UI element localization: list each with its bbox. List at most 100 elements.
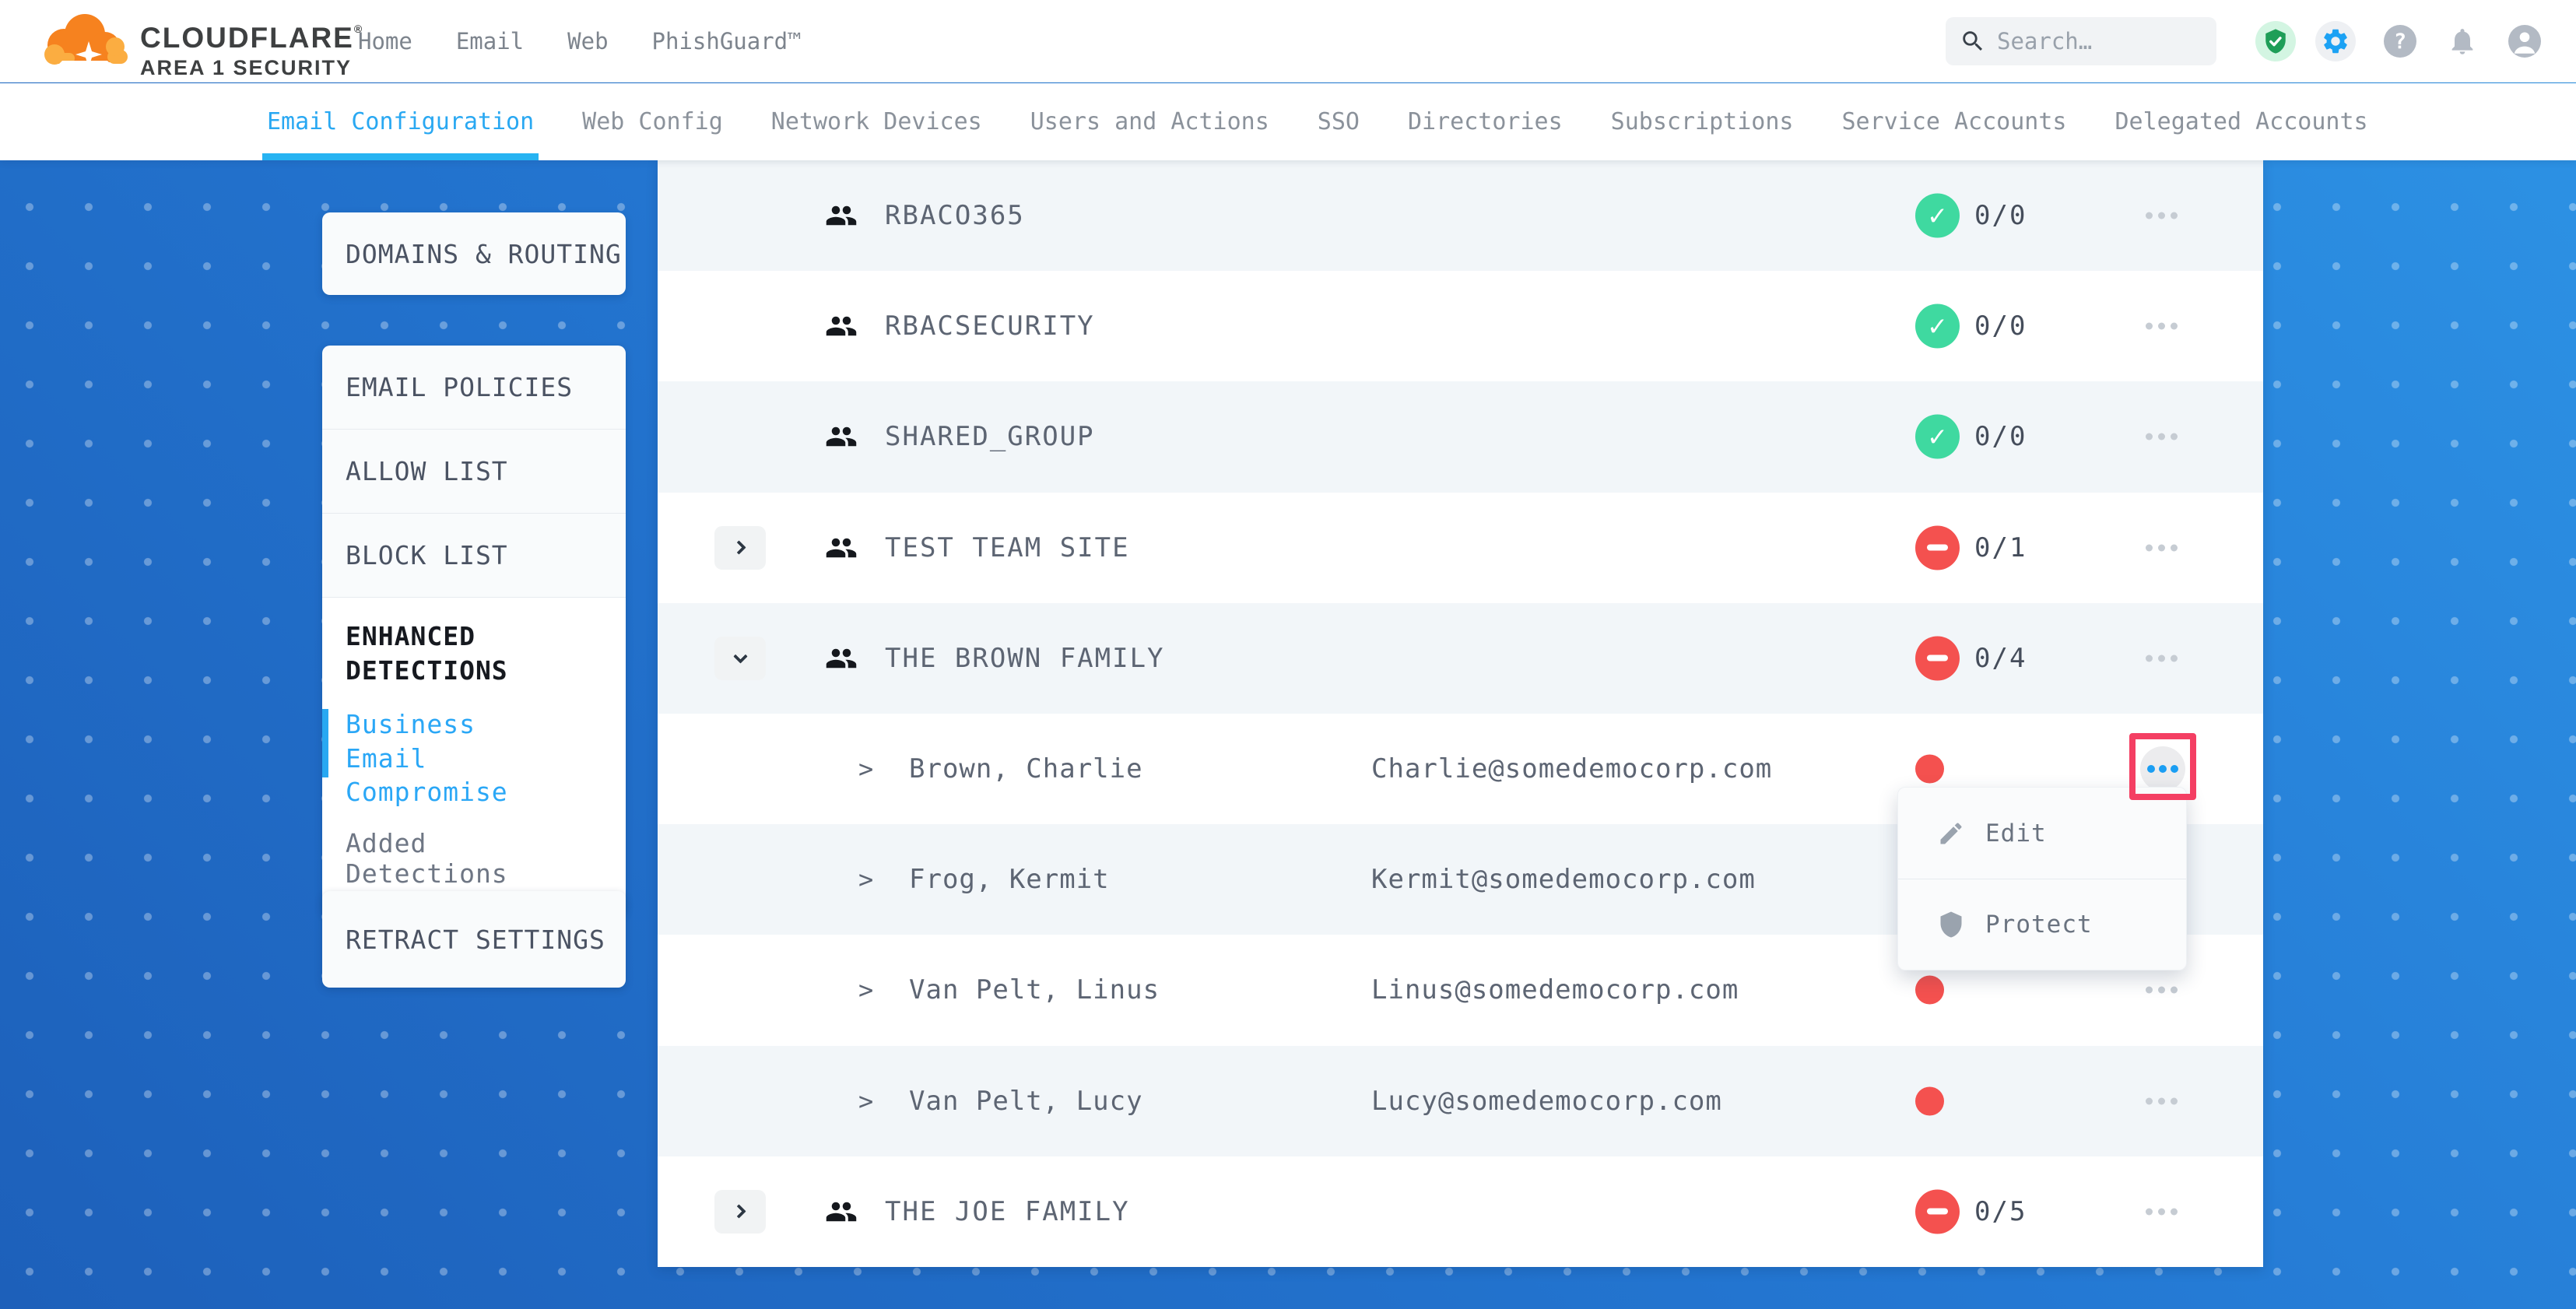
sidebar-card-domains-routing[interactable]: DOMAINS & ROUTING [322,212,626,295]
status-bad-dot [1915,1086,1944,1115]
tab-delegated-accounts[interactable]: Delegated Accounts [2114,83,2367,160]
chevron-down-icon [733,650,747,664]
tab-web-config[interactable]: Web Config [582,83,723,160]
groups-table-panel: RBACO365✓0/0RBACSECURITY✓0/0SHARED_GROUP… [658,160,2263,1267]
expand-button[interactable] [714,1190,766,1234]
pencil-icon [1937,819,1965,848]
table-row: THE JOE FAMILY0/5 [658,1156,2263,1267]
nav-item-phishguard[interactable]: PhishGuard™ [652,28,802,54]
row-actions-button[interactable] [2146,433,2178,440]
tab-network-devices[interactable]: Network Devices [771,83,982,160]
group-icon [825,1195,858,1228]
minus-icon [1927,1209,1948,1215]
shield-icon [1937,911,1965,939]
member-name: Van Pelt, Linus [909,974,1160,1005]
table-row: RBACSECURITY✓0/0 [658,271,2263,381]
status-bad-badge [1915,525,1960,570]
row-actions-button[interactable] [2146,323,2178,330]
status-bad-dot [1915,976,1944,1005]
shield-check-icon [2262,28,2289,54]
chevron-right-icon [732,1205,746,1219]
cloudflare-logo: CLOUDFLARE® AREA 1 SECURITY [40,6,363,79]
protected-count: 0/1 [1974,532,2027,563]
help-button[interactable]: ? [2380,21,2420,61]
table-row: TEST TEAM SITE 0/1 [658,493,2263,603]
sidebar-item-block-list[interactable]: BLOCK LIST [322,514,626,598]
user-icon [2508,25,2541,58]
bell-icon [2447,26,2478,57]
tab-email-configuration[interactable]: Email Configuration [267,83,534,160]
table-row: SHARED_GROUP✓0/0 [658,381,2263,492]
group-icon [825,420,858,453]
sidebar-item-email-policies[interactable]: EMAIL POLICIES [322,346,626,430]
app-header: CLOUDFLARE® AREA 1 SECURITY Home Email W… [0,0,2576,82]
group-name: THE BROWN FAMILY [885,643,1165,674]
expand-button[interactable] [714,526,766,570]
search-icon [1960,28,1986,54]
nav-item-web[interactable]: Web [567,28,608,54]
row-actions-button[interactable] [2146,544,2178,551]
brand-subtitle: AREA 1 SECURITY [140,58,363,79]
search-input[interactable] [1997,28,2199,54]
status-ok-badge: ✓ [1915,304,1960,349]
tab-service-accounts[interactable]: Service Accounts [1841,83,2066,160]
member-email: Kermit@somedemocorp.com [1371,864,1756,895]
protected-count: 0/0 [1974,421,2027,452]
sidebar-item-business-email-compromise[interactable]: Business Email Compromise [346,707,548,809]
cloudflare-cloud-icon [40,6,132,75]
check-icon: ✓ [1927,311,1948,341]
settings-button[interactable] [2315,21,2356,61]
member-name: Brown, Charlie [909,753,1143,784]
menu-item-protect[interactable]: Protect [1898,879,2186,970]
nav-item-home[interactable]: Home [358,28,412,54]
enhanced-detections-title[interactable]: ENHANCED DETECTIONS [346,619,540,687]
sidebar-item-added-detections[interactable]: Added Detections [346,828,602,889]
collapse-button[interactable] [714,637,766,680]
table-row: THE BROWN FAMILY 0/4 [658,603,2263,714]
check-icon: ✓ [1927,201,1948,230]
security-status-button[interactable] [2255,21,2296,61]
nav-item-email[interactable]: Email [456,28,524,54]
sidebar-item-domains-routing: DOMAINS & ROUTING [322,239,622,269]
tab-sso[interactable]: SSO [1318,83,1360,160]
tab-directories[interactable]: Directories [1408,83,1563,160]
status-bad-badge [1915,1189,1960,1234]
protected-count: 0/4 [1974,643,2027,674]
member-chevron: > [858,1086,873,1116]
row-actions-button[interactable] [2146,987,2178,994]
sidebar-item-allow-list[interactable]: ALLOW LIST [322,430,626,514]
row-actions-button[interactable] [2146,212,2178,219]
sidebar-item-retract-settings: RETRACT SETTINGS [322,925,605,955]
active-item-indicator [322,709,328,777]
member-email: Charlie@somedemocorp.com [1371,753,1772,784]
tab-users-and-actions[interactable]: Users and Actions [1030,83,1269,160]
row-actions-button[interactable] [2146,1097,2178,1104]
tab-subscriptions[interactable]: Subscriptions [1611,83,1794,160]
group-icon [825,199,858,232]
member-chevron: > [858,865,873,894]
brand-name: CLOUDFLARE® [140,23,363,52]
protected-count: 0/0 [1974,311,2027,342]
sidebar-section-enhanced-detections: ENHANCED DETECTIONS Business Email Compr… [322,598,626,915]
config-tabbar: Email Configuration Web Config Network Dev… [0,83,2576,160]
status-bad-badge [1915,636,1960,680]
table-row: >Van Pelt, LucyLucy@somedemocorp.com [658,1046,2263,1156]
member-chevron: > [858,754,873,784]
search-box[interactable] [1946,17,2216,65]
account-button[interactable] [2504,21,2545,61]
group-name: TEST TEAM SITE [885,532,1130,563]
row-actions-button[interactable] [2146,1208,2178,1215]
check-icon: ✓ [1927,422,1948,451]
notifications-button[interactable] [2442,21,2483,61]
status-ok-badge: ✓ [1915,194,1960,238]
help-icon: ? [2384,25,2416,58]
sidebar-card-retract-settings[interactable]: RETRACT SETTINGS [322,891,626,988]
protected-count: 0/0 [1974,200,2027,231]
row-actions-button-active[interactable] [2140,746,2185,791]
menu-item-edit[interactable]: Edit [1898,788,2186,879]
group-name: RBACO365 [885,200,1025,231]
row-actions-button[interactable] [2146,654,2178,662]
sidebar-card-policies: EMAIL POLICIES ALLOW LIST BLOCK LIST ENH… [322,346,626,915]
row-actions-menu: Edit Protect [1897,787,2187,970]
group-icon [825,642,858,675]
